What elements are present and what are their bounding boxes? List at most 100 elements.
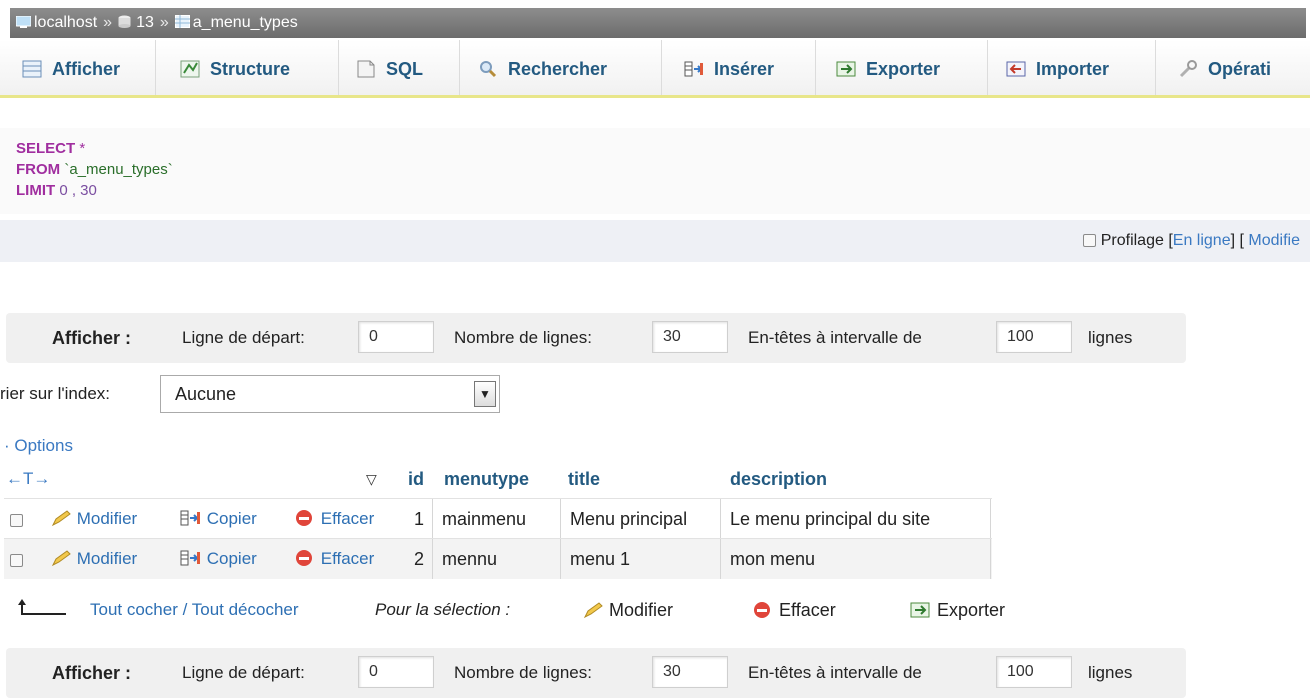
inline-edit-link[interactable]: En ligne [1173, 232, 1231, 249]
bulk-edit-button[interactable]: Modifier [582, 592, 673, 631]
edit-label: Modifier [76, 549, 138, 568]
breadcrumb-table[interactable]: a_menu_types [193, 14, 298, 31]
sql-icon [356, 43, 376, 78]
tab-operations-label: Opérati [1208, 59, 1272, 79]
copy-label: Copier [206, 509, 257, 528]
column-header-description[interactable]: description [730, 462, 827, 496]
sql-line-limit: LIMIT 0 , 30 [16, 180, 1294, 201]
delete-row-button[interactable]: Effacer [294, 499, 374, 542]
tab-export-label: Exporter [866, 59, 941, 79]
copy-row-button[interactable]: Copier [180, 499, 257, 542]
server-icon [15, 9, 32, 28]
copy-row-button[interactable]: Copier [180, 539, 257, 582]
sql-line-from: FROM `a_menu_types` [16, 159, 1294, 180]
tab-import[interactable]: Importer [990, 40, 1156, 95]
lines-label: lignes [1088, 663, 1133, 682]
tab-structure[interactable]: Structure [164, 40, 339, 95]
delete-icon [294, 542, 316, 582]
tab-search-label: Rechercher [508, 59, 608, 79]
tab-browse-label: Afficher [52, 59, 121, 79]
sort-arrow-icon[interactable]: ▽ [366, 462, 377, 496]
bulk-export-button[interactable]: Exporter [910, 592, 1005, 631]
sql-line-select: SELECT * [16, 138, 1294, 159]
column-header-title[interactable]: title [568, 462, 600, 496]
cell-title: Menu principal [570, 509, 688, 529]
tab-import-label: Importer [1036, 59, 1110, 79]
headers-interval-label: En-têtes à intervalle de [748, 663, 922, 682]
show-button[interactable]: Afficher : [52, 313, 131, 363]
sql-keyword: FROM [16, 161, 61, 178]
tab-operations[interactable]: Opérati [1162, 40, 1310, 95]
cell-id: 2 [414, 549, 425, 569]
row-checkbox[interactable] [10, 539, 23, 579]
pencil-icon [50, 542, 72, 582]
cell-menutype: mennu [442, 549, 498, 569]
rows-count-input[interactable]: 30 [652, 321, 728, 353]
column-header-id[interactable]: id [408, 462, 424, 496]
copy-label: Copier [206, 549, 257, 568]
edit-row-button[interactable]: Modifier [50, 539, 137, 582]
tab-insert[interactable]: Insérer [668, 40, 816, 95]
wrench-icon [1178, 43, 1198, 78]
chevron-down-icon[interactable]: ▼ [474, 381, 496, 407]
navigation-bar-bottom: Afficher : Ligne de départ: 0 Nombre de … [6, 648, 1186, 698]
start-row-label: Ligne de départ: [182, 663, 305, 682]
sql-text: * [75, 140, 86, 157]
profiling-bar: Profilage [En ligne] [ Modifie [0, 220, 1310, 262]
tab-sql[interactable]: SQL [340, 40, 460, 95]
profiling-checkbox[interactable] [1083, 234, 1097, 247]
show-button[interactable]: Afficher : [52, 648, 131, 698]
row-checkbox[interactable] [10, 499, 23, 539]
tab-export[interactable]: Exporter [820, 40, 988, 95]
column-header-menutype[interactable]: menutype [444, 462, 529, 496]
structure-icon [180, 43, 200, 78]
search-icon [478, 43, 498, 78]
bulk-edit-label: Modifier [609, 600, 674, 620]
column-resize-handle[interactable]: ←T→ [6, 462, 50, 496]
edit-query-link[interactable]: Modifie [1248, 232, 1300, 249]
breadcrumb-separator: » [159, 14, 169, 31]
copy-icon [180, 502, 202, 542]
sort-index-select[interactable]: Aucune ▼ [160, 375, 500, 413]
bulk-delete-button[interactable]: Effacer [752, 592, 836, 631]
arrow-up-left-icon [18, 592, 68, 628]
options-toggle[interactable]: · Options [4, 436, 73, 456]
headers-interval-label: En-têtes à intervalle de [748, 328, 922, 347]
breadcrumb-separator: » [103, 14, 113, 31]
check-all-link[interactable]: Tout cocher / Tout décocher [90, 592, 299, 628]
export-icon [836, 43, 856, 77]
bulk-actions-bar: Tout cocher / Tout décocher Pour la séle… [0, 592, 1100, 628]
lines-label: lignes [1088, 328, 1133, 347]
headers-interval-input[interactable]: 100 [996, 321, 1072, 353]
breadcrumb-server[interactable]: localhost [34, 14, 97, 31]
bulk-delete-label: Effacer [779, 600, 836, 620]
bracket: ] [1230, 232, 1236, 249]
sort-index-label: rier sur l'index: [0, 384, 111, 403]
tab-structure-label: Structure [210, 59, 291, 79]
headers-interval-input[interactable]: 100 [996, 656, 1072, 688]
edit-row-button[interactable]: Modifier [50, 499, 137, 542]
database-icon [118, 9, 133, 28]
breadcrumb-database[interactable]: 13 [136, 14, 154, 31]
tab-insert-label: Insérer [714, 59, 775, 79]
sql-text: `a_menu_types` [60, 161, 173, 178]
delete-row-button[interactable]: Effacer [294, 539, 374, 582]
start-row-input[interactable]: 0 [358, 321, 434, 353]
export-icon [910, 595, 932, 631]
rows-count-label: Nombre de lignes: [454, 663, 592, 682]
tab-search[interactable]: Rechercher [462, 40, 662, 95]
rows-count-input[interactable]: 30 [652, 656, 728, 688]
cell-menutype: mainmenu [442, 509, 527, 529]
start-row-input[interactable]: 0 [358, 656, 434, 688]
sort-index-value: Aucune [175, 384, 237, 404]
table-row: Modifier Copier Effacer 2 mennu menu 1 m… [4, 538, 992, 579]
sql-query-box[interactable]: SELECT * FROM `a_menu_types` LIMIT 0 , 3… [0, 128, 1310, 214]
bracket: [ [1239, 232, 1244, 249]
delete-icon [294, 502, 316, 542]
table-icon [174, 9, 190, 28]
pencil-icon [582, 595, 604, 631]
start-row-label: Ligne de départ: [182, 328, 305, 347]
sql-text: 0 , 30 [55, 182, 97, 199]
tab-browse[interactable]: Afficher [6, 40, 156, 95]
cell-description: mon menu [730, 549, 816, 569]
